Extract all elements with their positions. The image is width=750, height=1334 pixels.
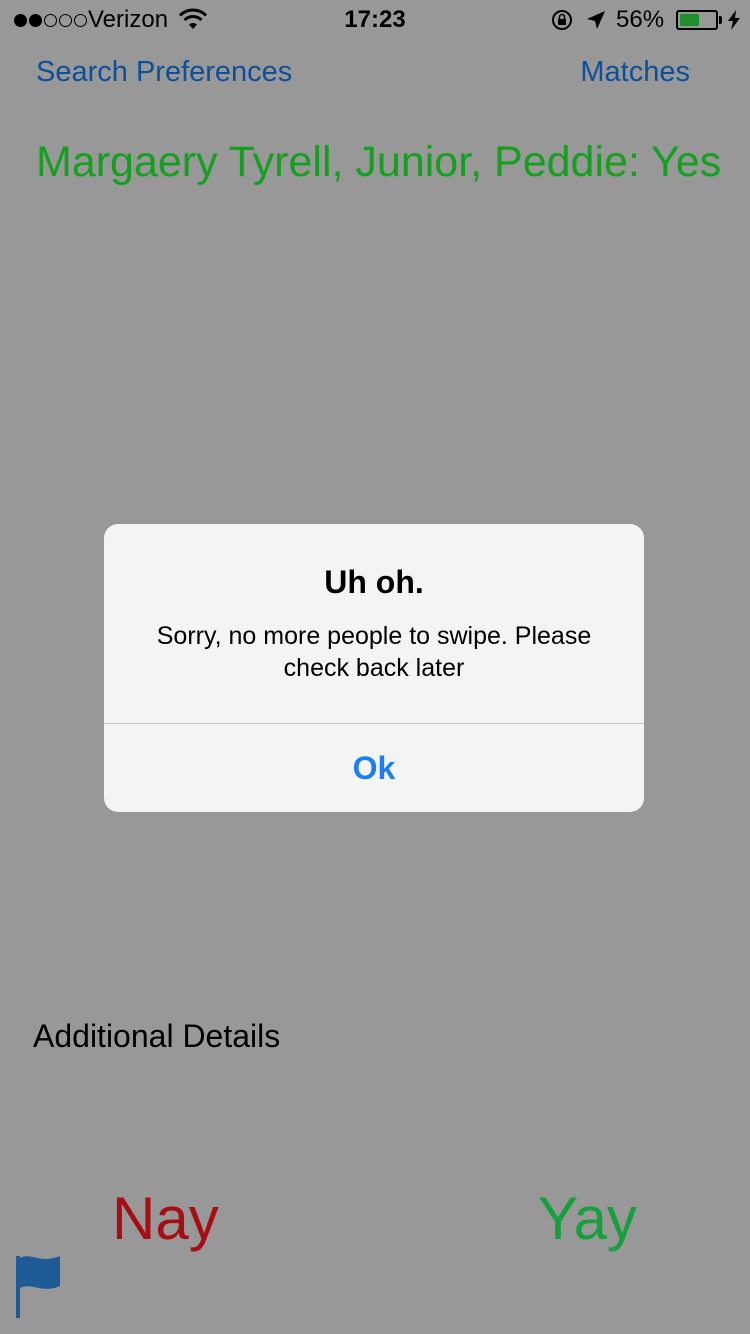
charging-bolt-icon: [728, 10, 740, 30]
search-preferences-link[interactable]: Search Preferences: [36, 56, 292, 89]
app-screen: Verizon 17:23 56% Search Preferences Mat…: [0, 0, 750, 1334]
yay-button[interactable]: Yay: [538, 1184, 637, 1253]
alert-dialog: Uh oh. Sorry, no more people to swipe. P…: [104, 524, 644, 812]
nay-button[interactable]: Nay: [112, 1184, 219, 1253]
battery-icon: [676, 10, 718, 30]
ok-button[interactable]: Ok: [104, 724, 644, 812]
battery-level: [680, 14, 700, 26]
additional-details-label[interactable]: Additional Details: [33, 1018, 280, 1055]
battery-tip: [719, 16, 722, 24]
alert-title: Uh oh.: [324, 564, 424, 600]
flag-icon[interactable]: [12, 1250, 64, 1320]
profile-title: Margaery Tyrell, Junior, Peddie: Yes: [36, 138, 722, 186]
location-arrow-icon: [587, 11, 605, 29]
battery-percentage: 56%: [616, 6, 665, 33]
rotation-lock-icon: [552, 10, 572, 30]
alert-message: Sorry, no more people to swipe. Please c…: [156, 622, 592, 682]
matches-link[interactable]: Matches: [580, 56, 690, 89]
status-bar: Verizon 17:23 56%: [0, 0, 750, 40]
